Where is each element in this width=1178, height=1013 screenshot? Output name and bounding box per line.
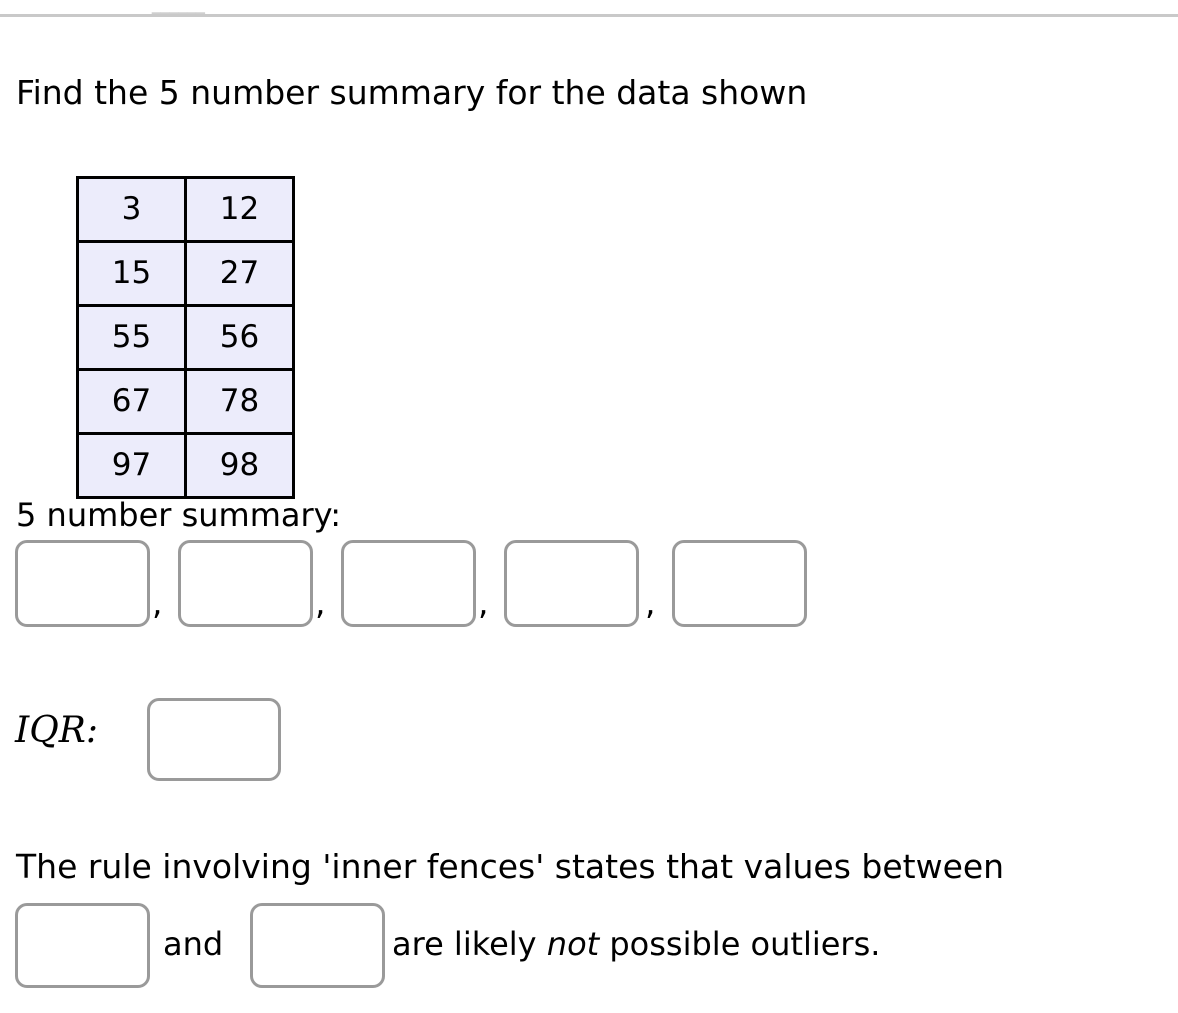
fence-tail-text: are likely not possible outliers. (392, 928, 880, 960)
lower-fence-input[interactable] (15, 903, 150, 988)
table-cell: 15 (76, 240, 187, 307)
upper-fence-input[interactable] (250, 903, 385, 988)
data-table-body: 3 12 15 27 55 56 67 78 97 98 (76, 176, 295, 499)
summary-input-minimum[interactable] (15, 540, 150, 627)
table-cell: 12 (184, 176, 295, 243)
iqr-label: IQR: (15, 710, 98, 751)
summary-separator-comma: , (645, 583, 656, 622)
summary-separator-comma: , (478, 583, 489, 622)
summary-separator-comma: , (152, 583, 163, 622)
table-cell: 98 (184, 432, 295, 499)
five-number-summary-label: 5 number summary: (16, 496, 342, 534)
header-divider (0, 14, 1178, 17)
summary-input-median[interactable] (341, 540, 476, 627)
page-title: Find the 5 number summary for the data s… (16, 73, 808, 112)
table-cell: 3 (76, 176, 187, 243)
fence-tail-emphasis: not (546, 925, 600, 963)
fence-tail-before: are likely (392, 925, 547, 963)
table-cell: 67 (76, 368, 187, 435)
table-row: 97 98 (76, 432, 295, 499)
table-row: 67 78 (76, 368, 295, 435)
summary-separator-comma: , (315, 583, 326, 622)
iqr-input[interactable] (147, 698, 281, 781)
data-table: 3 12 15 27 55 56 67 78 97 98 (76, 176, 295, 499)
inner-fences-statement: The rule involving 'inner fences' states… (16, 847, 1005, 886)
clipped-text-remnant: ــــــ (152, 0, 205, 23)
fence-tail-after: possible outliers. (599, 925, 881, 963)
fence-conjunction-label: and (163, 925, 224, 963)
table-row: 55 56 (76, 304, 295, 371)
table-cell: 27 (184, 240, 295, 307)
table-row: 3 12 (76, 176, 295, 243)
summary-input-maximum[interactable] (672, 540, 807, 627)
summary-input-q1[interactable] (178, 540, 313, 627)
table-cell: 55 (76, 304, 187, 371)
summary-input-q3[interactable] (504, 540, 639, 627)
table-cell: 97 (76, 432, 187, 499)
table-row: 15 27 (76, 240, 295, 307)
table-cell: 78 (184, 368, 295, 435)
table-cell: 56 (184, 304, 295, 371)
